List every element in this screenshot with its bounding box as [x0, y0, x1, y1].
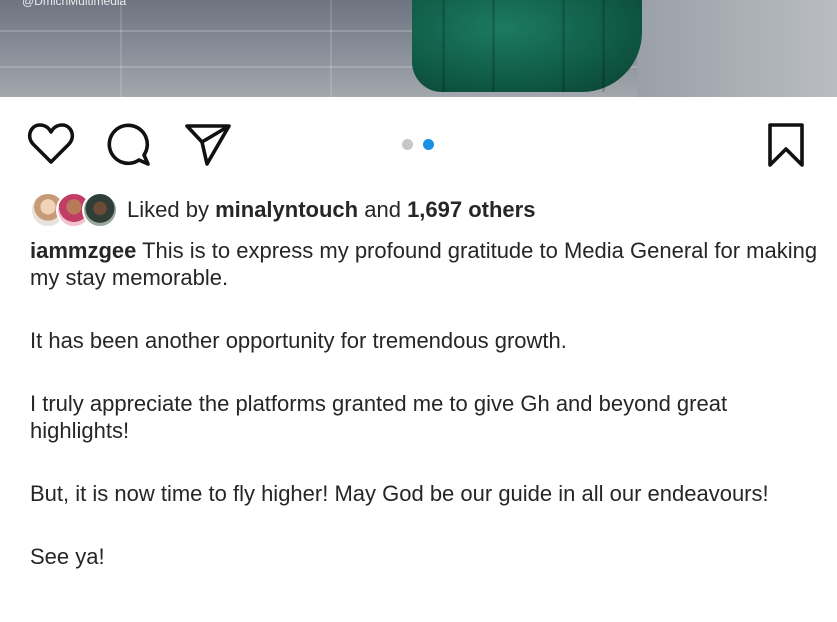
likes-prefix: Liked by	[127, 197, 209, 222]
caption-paragraph: I truly appreciate the platforms granted…	[30, 391, 728, 443]
heart-icon[interactable]	[27, 122, 75, 171]
paper-plane-icon[interactable]	[185, 122, 231, 171]
green-dress	[412, 0, 642, 92]
carousel-dot-active	[423, 139, 434, 150]
liker-avatars[interactable]	[30, 192, 118, 228]
caption-paragraph: It has been another opportunity for trem…	[30, 328, 567, 353]
liker-username[interactable]: minalyntouch	[215, 197, 358, 222]
post-image[interactable]: @DmichMultimedia	[0, 0, 837, 97]
avatar[interactable]	[82, 192, 118, 228]
likes-row: Liked by minalyntouch and 1,697 others	[30, 192, 535, 228]
post-actions	[0, 118, 837, 170]
post-caption: iammzgee This is to express my profound …	[30, 237, 820, 606]
comment-icon[interactable]	[106, 122, 152, 173]
likes-and: and	[364, 197, 401, 222]
caption-text: This is to express my profound gratitude…	[30, 238, 818, 290]
photo-credit: @DmichMultimedia	[22, 0, 127, 8]
likes-others-count[interactable]: 1,697 others	[407, 197, 535, 222]
carousel-dot	[402, 139, 413, 150]
caption-username[interactable]: iammzgee	[30, 238, 136, 263]
likes-text: Liked by minalyntouch and 1,697 others	[127, 197, 535, 223]
floor-line	[120, 0, 122, 97]
caption-first-paragraph: iammzgee This is to express my profound …	[30, 237, 820, 291]
bookmark-icon[interactable]	[766, 122, 806, 173]
caption-paragraph: But, it is now time to fly higher! May G…	[30, 481, 769, 506]
floor-line	[330, 0, 332, 97]
caption-paragraph: See ya!	[30, 544, 105, 569]
wall	[637, 0, 837, 97]
